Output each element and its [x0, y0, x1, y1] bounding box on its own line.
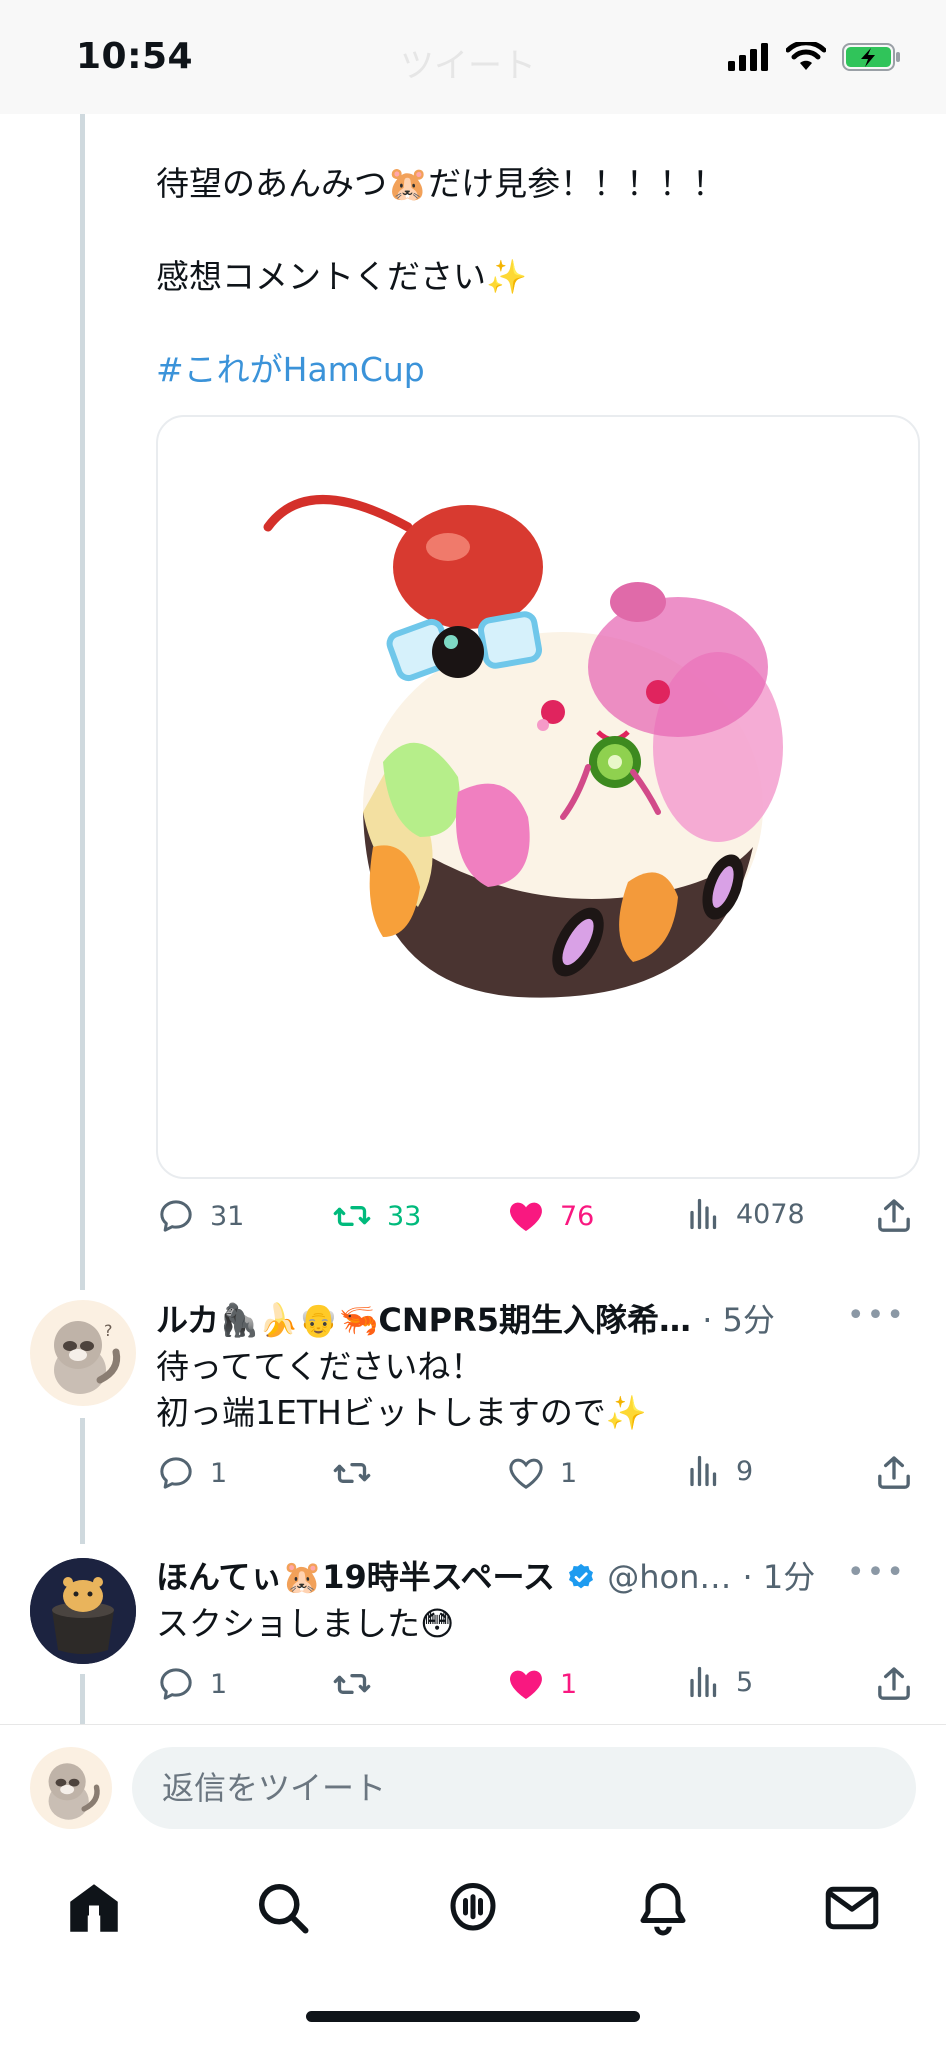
- tweet-actions: 31 33 76 4078: [156, 1196, 916, 1240]
- share-icon: [878, 1456, 910, 1489]
- heart-filled-icon: [510, 1202, 542, 1231]
- cellular-signal-icon: [728, 43, 768, 71]
- retweet-button[interactable]: 33: [331, 1196, 421, 1236]
- tab-messages[interactable]: [822, 1878, 882, 1938]
- reply-actions: 1 1 9: [156, 1453, 916, 1497]
- reply-author-name: ほんてぃ🐹19時半スペース: [156, 1558, 555, 1596]
- tab-search[interactable]: [253, 1878, 313, 1938]
- views-button[interactable]: 5: [686, 1664, 753, 1700]
- views-count: 9: [736, 1455, 754, 1487]
- like-button[interactable]: 1: [506, 1664, 577, 1704]
- wifi-icon: [786, 42, 826, 70]
- header-title: ツイート: [400, 46, 536, 86]
- like-button[interactable]: 1: [506, 1453, 577, 1493]
- reply-author-name: ルカ🦍🍌👴🦐CNPR5期生入隊希…: [156, 1301, 692, 1339]
- status-time: 10:54: [76, 36, 194, 77]
- retweet-icon: [333, 1463, 371, 1483]
- battery-charging-icon: [842, 43, 900, 71]
- messages-icon: [825, 1886, 879, 1930]
- reply-count: 31: [210, 1200, 245, 1232]
- views-button[interactable]: 4078: [686, 1196, 805, 1232]
- thread-line: [80, 1674, 85, 1724]
- reply-input[interactable]: 返信をツイート: [132, 1747, 916, 1829]
- like-button[interactable]: 76: [506, 1196, 594, 1236]
- reply-author[interactable]: ルカ🦍🍌👴🦐CNPR5期生入隊希… · 5分: [156, 1295, 775, 1341]
- search-icon: [259, 1884, 309, 1934]
- own-avatar[interactable]: [30, 1747, 112, 1829]
- share-icon: [878, 1667, 910, 1700]
- like-count: 1: [560, 1668, 578, 1700]
- share-button[interactable]: [874, 1196, 914, 1236]
- spaces-icon: [450, 1883, 496, 1931]
- home-icon: [70, 1884, 118, 1932]
- reply-icon: [160, 1200, 192, 1232]
- reply-icon: [160, 1668, 192, 1700]
- reply-actions: 1 1 5: [156, 1664, 916, 1708]
- views-chart-icon: [690, 1666, 717, 1698]
- views-count: 4078: [736, 1198, 805, 1230]
- raccoon-avatar-icon: [48, 1763, 100, 1820]
- retweet-icon: [333, 1206, 371, 1226]
- retweet-count: 33: [387, 1200, 422, 1232]
- like-count: 1: [560, 1457, 578, 1489]
- reply-text-line2: 初っ端1ETHビットしますので✨: [156, 1393, 647, 1432]
- reply-time: · 1分: [742, 1558, 816, 1596]
- retweet-icon: [333, 1674, 371, 1694]
- notifications-icon: [640, 1883, 686, 1936]
- reply-composer: 返信をツイート: [0, 1724, 946, 1851]
- heart-outline-icon: [509, 1458, 543, 1489]
- reply-author[interactable]: ほんてぃ🐹19時半スペース @hon… · 1分: [156, 1552, 815, 1598]
- reply-button[interactable]: 1: [156, 1664, 227, 1704]
- reply-text: スクショしました😳: [156, 1604, 455, 1643]
- views-chart-icon: [690, 1198, 717, 1230]
- avatar[interactable]: ?: [30, 1300, 136, 1406]
- retweet-button[interactable]: [331, 1453, 373, 1493]
- more-options-icon[interactable]: •••: [847, 1298, 906, 1333]
- hamster-in-pot-avatar-icon: [30, 1558, 136, 1664]
- raccoon-avatar-icon: ?: [54, 1321, 121, 1394]
- tweet-text-line2: 感想コメントください✨: [156, 257, 528, 296]
- views-button[interactable]: 9: [686, 1453, 753, 1489]
- share-icon: [878, 1199, 910, 1232]
- views-count: 5: [736, 1666, 754, 1698]
- reply-button[interactable]: 1: [156, 1453, 227, 1493]
- tweet-media[interactable]: [156, 415, 920, 1179]
- share-button[interactable]: [874, 1664, 914, 1704]
- reply-icon: [160, 1457, 192, 1489]
- status-icons: [728, 42, 902, 72]
- thread-line: [80, 1418, 85, 1544]
- like-count: 76: [560, 1200, 595, 1232]
- reply-count: 1: [210, 1457, 228, 1489]
- avatar[interactable]: [30, 1558, 136, 1664]
- more-options-icon[interactable]: •••: [847, 1555, 906, 1590]
- svg-text:?: ?: [104, 1321, 113, 1340]
- tab-spaces[interactable]: [443, 1878, 503, 1938]
- tab-home[interactable]: [64, 1878, 124, 1938]
- share-button[interactable]: [874, 1453, 914, 1493]
- hashtag-link[interactable]: #これがHamCup: [156, 347, 425, 393]
- hamster-anmitsu-illustration: [263, 495, 783, 998]
- reply-time: · 5分: [702, 1301, 775, 1339]
- tweet-text-line1: 待望のあんみつ🐹だけ見参！！！！！: [156, 164, 726, 203]
- verified-badge-icon: [569, 1563, 594, 1589]
- thread-line: [80, 114, 85, 1290]
- reply-button[interactable]: 31: [156, 1196, 244, 1236]
- reply-text-line1: 待っててくださいね！: [156, 1347, 484, 1386]
- retweet-button[interactable]: [331, 1664, 373, 1704]
- tab-notifications[interactable]: [633, 1878, 693, 1938]
- status-bar: ツイート 10:54: [0, 0, 946, 114]
- heart-filled-icon: [510, 1670, 542, 1699]
- home-indicator[interactable]: [306, 2011, 640, 2022]
- views-chart-icon: [690, 1455, 717, 1487]
- reply-count: 1: [210, 1668, 228, 1700]
- reply-handle: @hon…: [607, 1558, 732, 1596]
